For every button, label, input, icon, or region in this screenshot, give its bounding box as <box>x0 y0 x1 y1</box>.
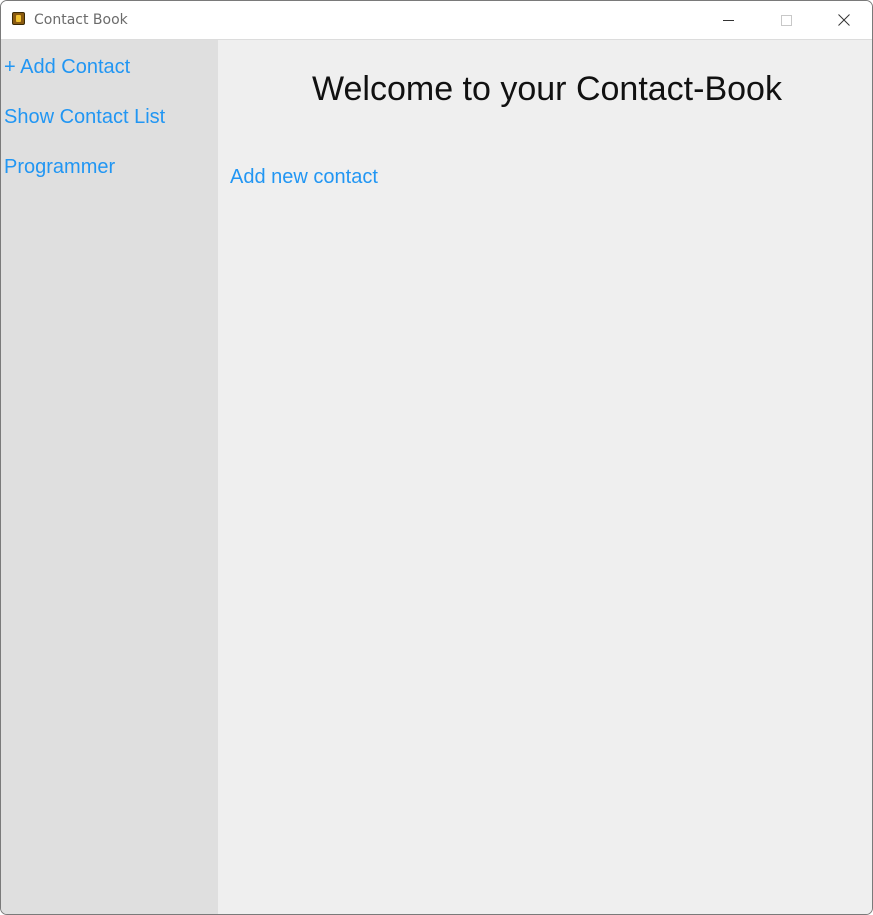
minimize-button[interactable] <box>699 1 757 39</box>
window-title: Contact Book <box>34 12 128 28</box>
close-button[interactable] <box>815 1 872 39</box>
main-content: Welcome to your Contact-Book Add new con… <box>218 40 872 914</box>
sidebar-item-show-contact-list[interactable]: Show Contact List <box>4 105 165 129</box>
maximize-icon <box>781 15 792 26</box>
maximize-button[interactable] <box>757 1 815 39</box>
close-icon <box>838 14 850 26</box>
title-bar[interactable]: Contact Book <box>1 1 872 40</box>
app-window: Contact Book + Add Contact Show Contact … <box>0 0 873 915</box>
contact-book-app-icon <box>12 12 25 25</box>
add-new-contact-link[interactable]: Add new contact <box>230 165 378 189</box>
page-title-text: Welcome to your Contact-Book <box>312 70 782 108</box>
minimize-icon <box>723 20 734 21</box>
page-title: Welcome to your Contact-Book <box>218 69 872 109</box>
sidebar-item-programmer[interactable]: Programmer <box>4 155 115 179</box>
sidebar: + Add Contact Show Contact List Programm… <box>1 40 218 914</box>
sidebar-item-add-contact[interactable]: + Add Contact <box>4 55 130 79</box>
